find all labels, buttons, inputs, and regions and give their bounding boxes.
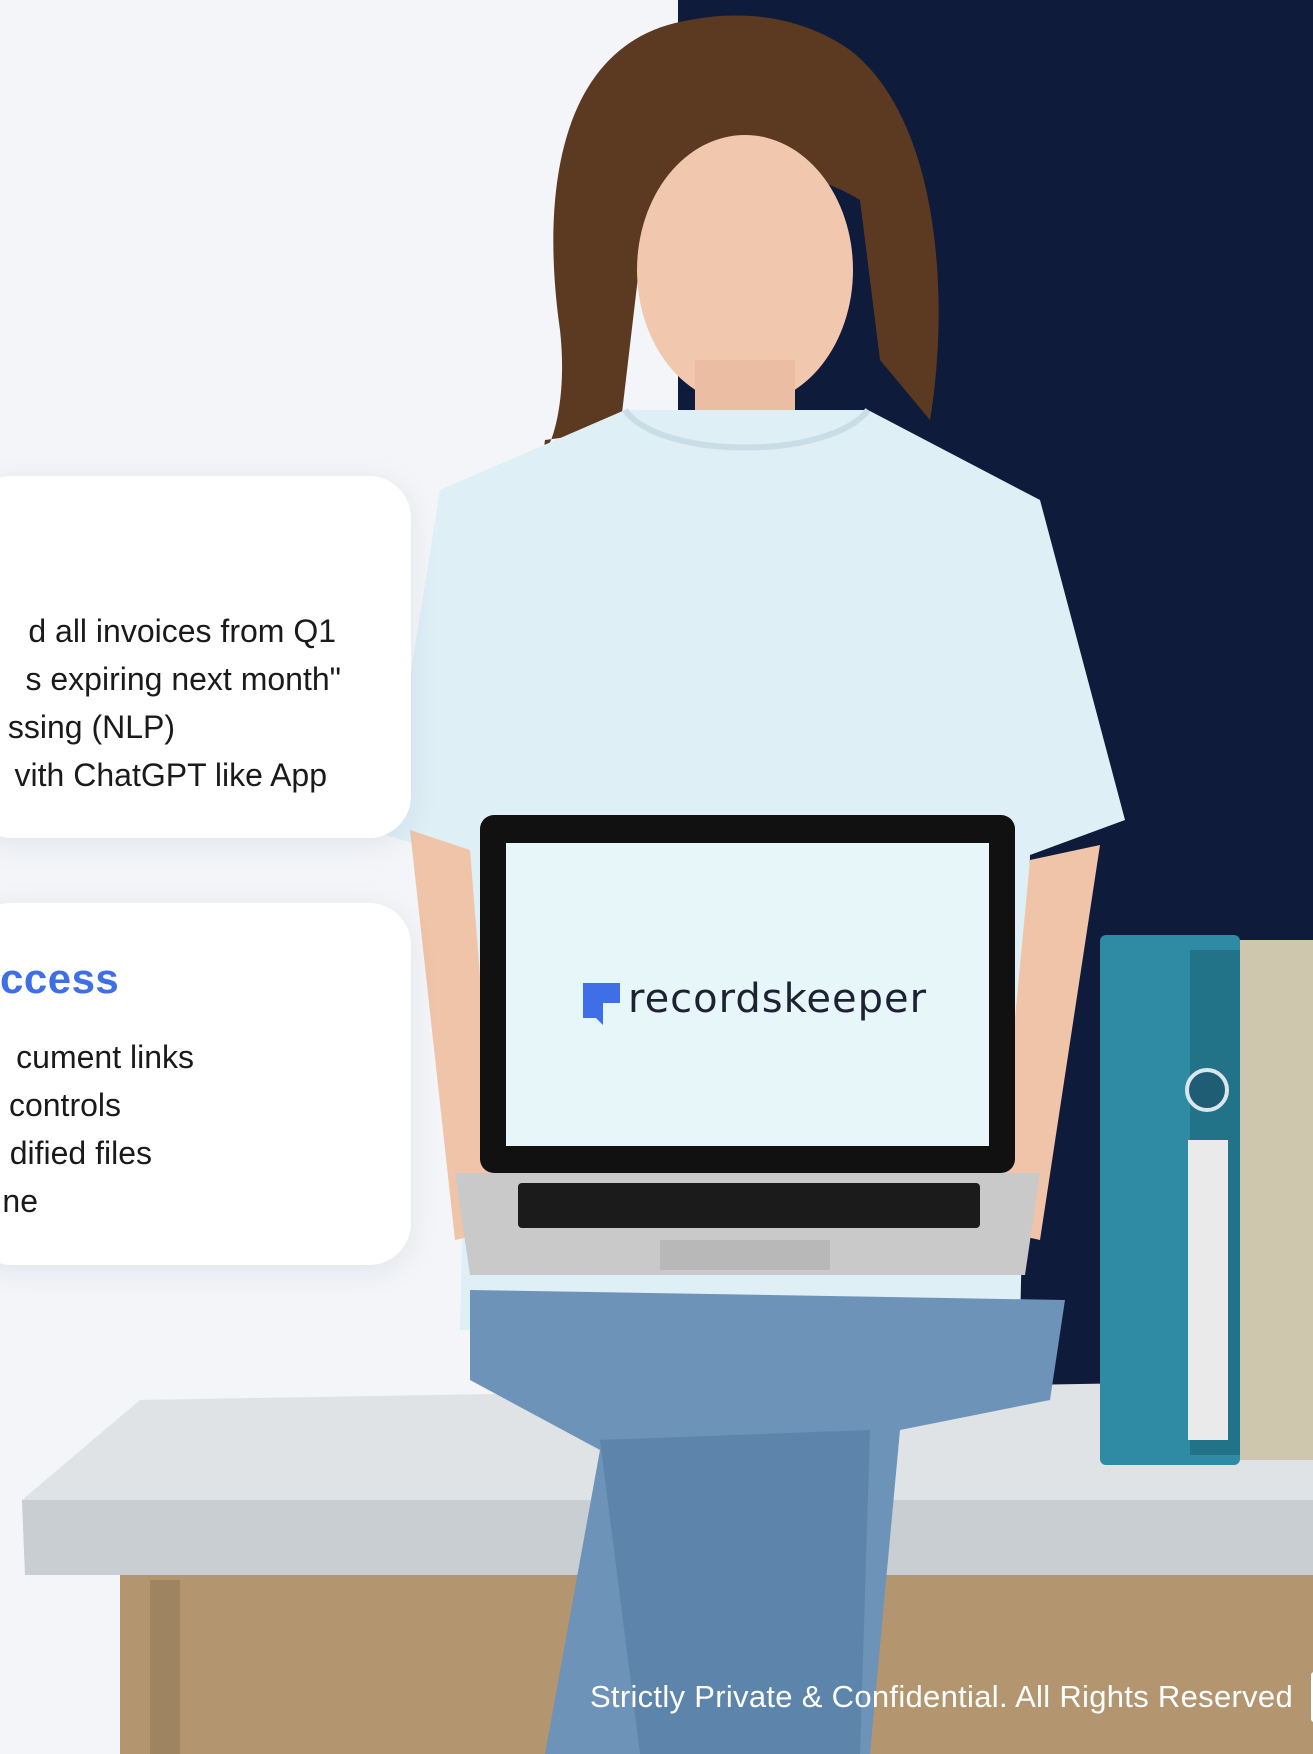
list-item: s expiring next month" xyxy=(25,661,341,697)
recordskeeper-logo: recordskeeper xyxy=(583,976,927,1025)
feature-list: d all invoices from Q1 s expiring next m… xyxy=(0,607,341,799)
list-item: ne xyxy=(2,1183,38,1219)
list-item: ssing (NLP) xyxy=(7,709,175,745)
feature-list: cument links controls dified files ne xyxy=(0,1033,194,1225)
list-item: vith ChatGPT like App xyxy=(14,757,327,793)
list-item: cument links xyxy=(16,1039,194,1075)
laptop-brand-text: recordskeeper xyxy=(628,976,927,1022)
list-item: dified files xyxy=(9,1135,152,1171)
woman-with-laptop-photo: recordskeeper xyxy=(22,15,1313,1754)
list-item: controls xyxy=(8,1087,121,1123)
card-title: ccess xyxy=(0,955,120,1002)
list-item: d all invoices from Q1 xyxy=(28,613,336,649)
feature-card-secure-access: ccess cument links controls dified files… xyxy=(0,903,411,1265)
footer: Strictly Private & Confidential. All Rig… xyxy=(590,1672,1313,1722)
confidentiality-notice: Strictly Private & Confidential. All Rig… xyxy=(589,1679,1293,1714)
feature-card-nlp-search: d all invoices from Q1 s expiring next m… xyxy=(0,476,411,838)
